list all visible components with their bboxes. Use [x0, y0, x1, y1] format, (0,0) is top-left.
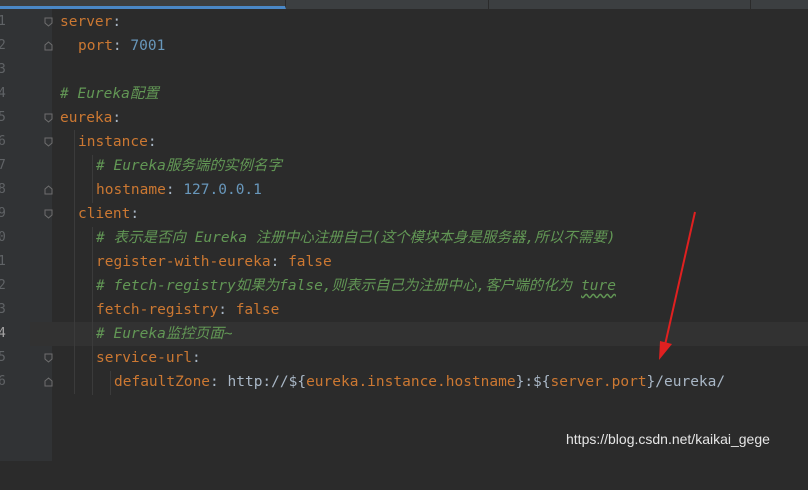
- watermark: https://blog.csdn.net/kaikai_gege: [566, 431, 770, 447]
- red-arrow-annotation: [659, 211, 696, 360]
